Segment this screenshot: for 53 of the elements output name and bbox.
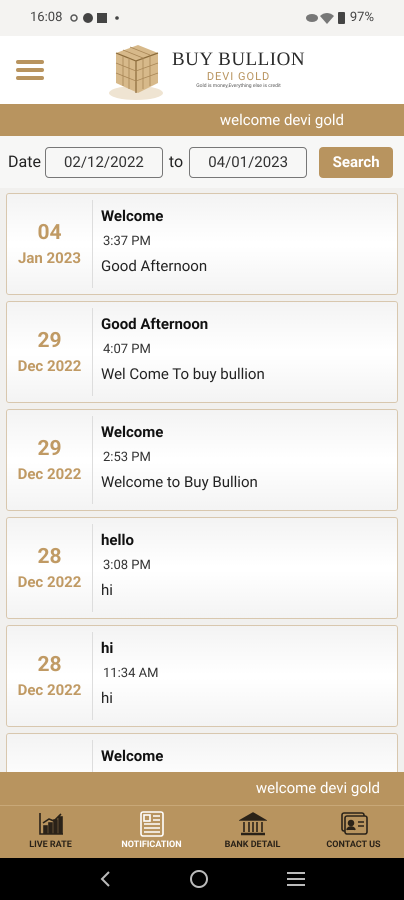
nav-tab[interactable]: CONTACT US [303, 806, 404, 858]
system-status-icons [306, 11, 346, 25]
notification-month: Dec 2022 [18, 356, 82, 377]
bank-icon [238, 811, 266, 838]
notification-time: 11:34 AM [103, 666, 158, 682]
notification-message: Wel Come To buy bullion [101, 364, 265, 384]
notification-day: 28 [37, 650, 62, 679]
notification-month: Dec 2022 [18, 572, 82, 593]
notification-day: 04 [37, 218, 62, 247]
notification-title: hi [101, 638, 114, 658]
notification-card[interactable]: 28 Dec 2022 hello 3:08 PM hi [6, 517, 398, 619]
nav-tab[interactable]: LIVE RATE [0, 806, 101, 858]
marquee-banner: welcome devi gold [0, 772, 404, 806]
notification-day: 29 [37, 434, 62, 463]
to-label: to [168, 151, 184, 173]
notification-card[interactable]: 29 Dec 2022 Welcome 2:53 PM Welcome to Buy Bullion [6, 409, 398, 511]
notification-message: hi [101, 688, 114, 708]
from-date-field[interactable]: 02/12/2022 [44, 146, 163, 178]
notification-card[interactable]: 28 Dec 2022 hi 11:34 AM hi [6, 625, 398, 727]
contact-card-icon [340, 811, 368, 838]
notification-day: 29 [37, 326, 62, 355]
to-date-field[interactable]: 04/01/2023 [189, 146, 308, 178]
notification-title: hello [101, 530, 135, 550]
marquee-banner: welcome devi gold [0, 104, 404, 136]
notification-card[interactable]: Welcome [6, 733, 398, 772]
notification-month: Dec 2022 [18, 464, 82, 485]
notification-title: Welcome [101, 206, 164, 226]
back-icon[interactable] [98, 870, 112, 888]
battery-level: 97% [350, 9, 374, 28]
notification-time: 3:08 PM [103, 558, 151, 574]
notification-title: Welcome [101, 746, 164, 766]
menu-icon[interactable] [286, 871, 306, 887]
notification-day: 28 [37, 542, 62, 571]
bar-chart-icon [36, 811, 64, 838]
notification-time: 2:53 PM [103, 450, 152, 466]
newspaper-icon [138, 811, 166, 838]
notification-message: Welcome to Buy Bullion [101, 472, 258, 492]
status-time: 16:08 [30, 9, 62, 28]
notification-time: 4:07 PM [103, 342, 152, 358]
notification-message: Good Afternoon [101, 256, 208, 276]
notification-time: 3:37 PM [103, 234, 152, 250]
notification-month: Dec 2022 [18, 680, 82, 701]
notification-message: hi [101, 580, 114, 600]
date-label: Date [8, 151, 41, 173]
notification-title: Good Afternoon [101, 314, 210, 334]
notification-title: Welcome [101, 422, 164, 442]
brand-name: BUY BULLION [172, 50, 306, 70]
notification-card[interactable]: 04 Jan 2023 Welcome 3:37 PM Good Afternoon [6, 193, 398, 295]
nav-tab[interactable]: BANK DETAIL [202, 806, 303, 858]
sub-brand: DEVI GOLD [206, 70, 270, 83]
notification-month: Jan 2023 [18, 248, 81, 269]
home-icon[interactable] [188, 869, 209, 889]
notification-card[interactable]: 29 Dec 2022 Good Afternoon 4:07 PM Wel Come To buy bullion [6, 301, 398, 403]
